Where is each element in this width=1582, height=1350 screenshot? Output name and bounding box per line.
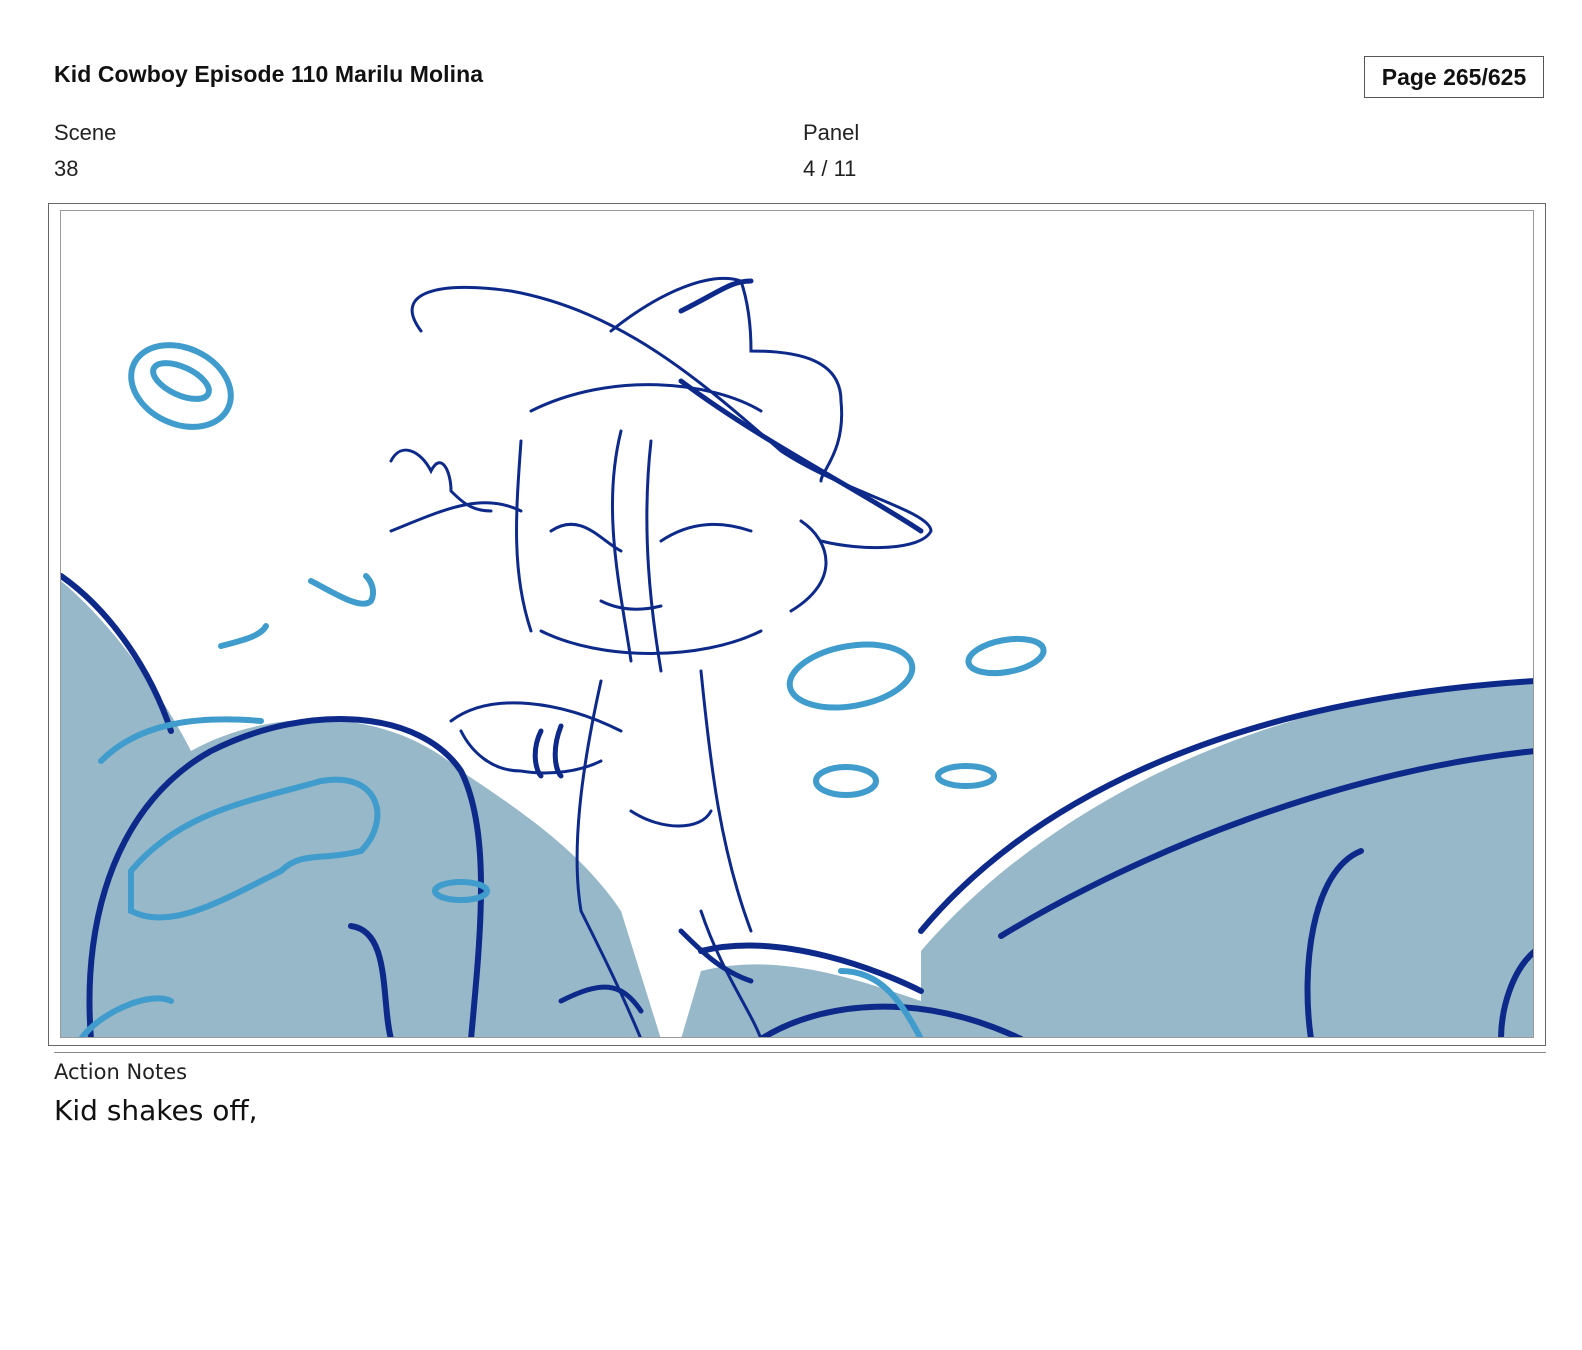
- hat-brim: [410, 285, 933, 550]
- ear: [789, 519, 828, 613]
- notes-divider: [54, 1052, 1546, 1053]
- scene-value: 38: [54, 156, 79, 181]
- hat-brim-bold: [678, 378, 924, 534]
- face-hair: [610, 429, 633, 663]
- action-notes-text: Kid shakes off,: [54, 1094, 258, 1127]
- storyboard-sketch: [61, 276, 1533, 1037]
- torso-2: [699, 669, 753, 933]
- splash-ring: [786, 641, 916, 711]
- splash-drop: [308, 573, 377, 607]
- document-title: Kid Cowboy Episode 110 Marilu Molina: [54, 61, 484, 87]
- scene-label: Scene: [54, 120, 117, 145]
- head-left: [515, 439, 533, 633]
- splash-ellipse-small: [150, 360, 212, 402]
- storyboard-panel-image: [60, 210, 1534, 1038]
- raised-arm: [389, 501, 523, 533]
- splash-ring-2: [965, 635, 1047, 677]
- splash-ring-3: [813, 764, 879, 798]
- action-notes-label: Action Notes: [54, 1060, 188, 1084]
- page-indicator: Page 265/625: [1364, 56, 1544, 98]
- face-eyes: [549, 522, 623, 553]
- head-jaw: [539, 629, 763, 655]
- panel-value: 4 / 11: [803, 156, 857, 181]
- left-rock-fill: [61, 581, 661, 1037]
- lower-hand: [459, 729, 603, 775]
- face-hair-2: [645, 439, 663, 673]
- splash-ring-4: [935, 763, 997, 789]
- hat-crown: [609, 276, 844, 483]
- splash-ellipse: [128, 342, 234, 430]
- torso-belly: [629, 809, 713, 828]
- splash-drop-2: [218, 623, 269, 649]
- storyboard-panel-frame: [48, 203, 1546, 1046]
- lower-arm-bold: [532, 728, 544, 779]
- hat-band: [529, 383, 763, 413]
- lower-arm-bold-2: [552, 723, 564, 779]
- face-eyes-2: [659, 522, 753, 543]
- panel-label: Panel: [803, 120, 860, 145]
